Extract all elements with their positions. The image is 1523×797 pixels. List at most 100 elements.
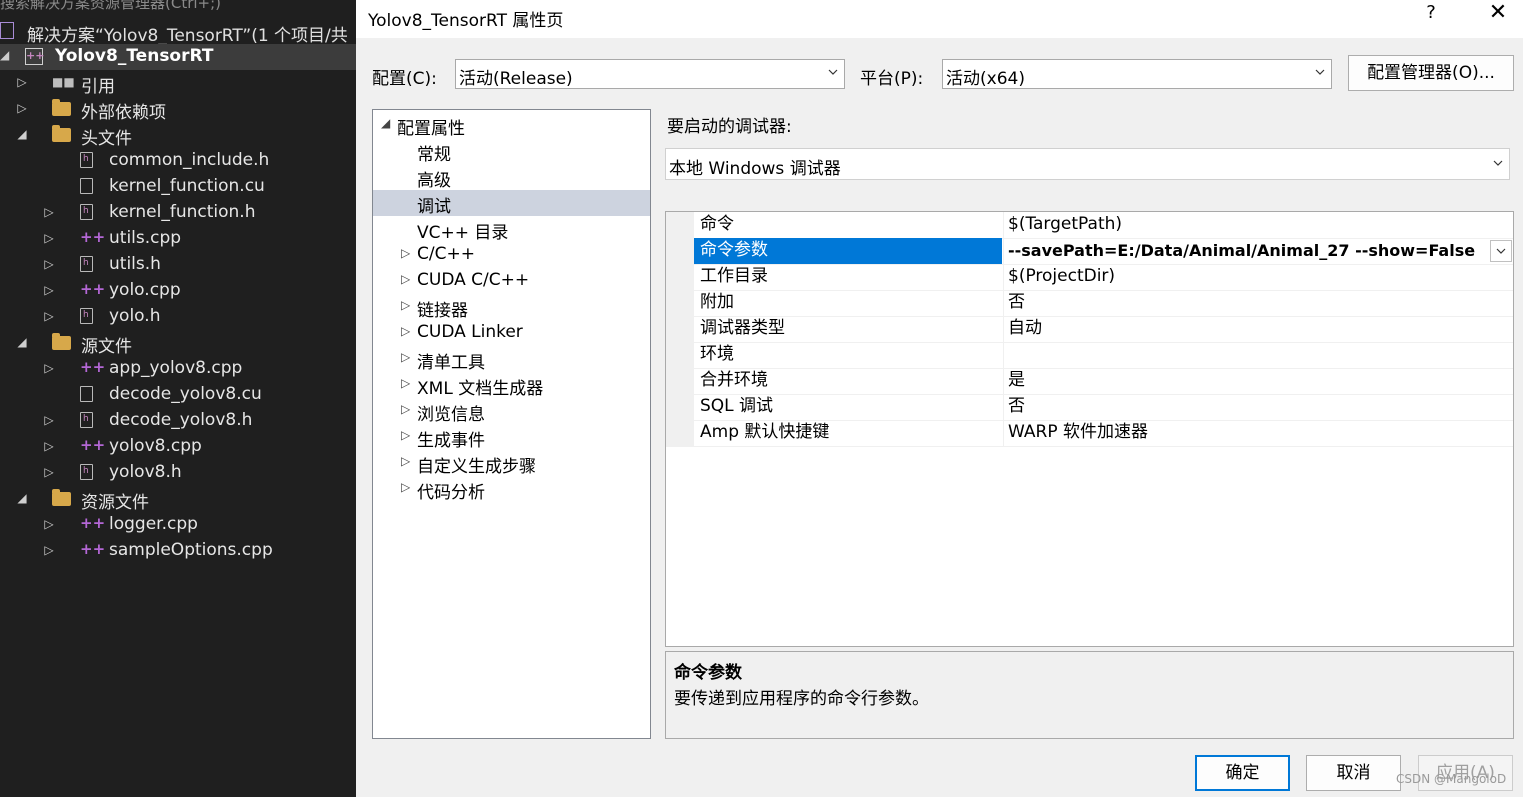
property-row[interactable]: Amp 默认快捷键 WARP 软件加速器 — [666, 420, 1513, 447]
explorer-item[interactable]: ◢ 资源文件 — [0, 486, 356, 513]
expand-arrow-icon[interactable]: ▷ — [401, 376, 410, 390]
expand-arrow-icon[interactable]: ▷ — [401, 454, 410, 468]
expand-arrow-icon[interactable]: ▷ — [42, 309, 56, 323]
explorer-item[interactable]: kernel_function.cu — [0, 174, 356, 200]
explorer-item[interactable]: ▷ ++ logger.cpp — [0, 512, 356, 538]
property-name: Amp 默认快捷键 — [700, 422, 830, 442]
tree-item[interactable]: ▷ 清单工具 — [373, 346, 650, 373]
project-node[interactable]: ◢ ++ Yolov8_TensorRT — [0, 44, 356, 70]
property-row[interactable]: 工作目录 $(ProjectDir) — [666, 264, 1513, 291]
config-select[interactable]: 活动(Release) — [455, 59, 845, 89]
tree-item[interactable]: ▷ 代码分析 — [373, 476, 650, 503]
explorer-item[interactable]: common_include.h — [0, 148, 356, 174]
debugger-select[interactable]: 本地 Windows 调试器 — [665, 148, 1510, 180]
tree-item[interactable]: ▷ 生成事件 — [373, 424, 650, 451]
explorer-item-label: yolov8.h — [109, 462, 182, 482]
explorer-item[interactable]: ▷ 外部依赖项 — [0, 96, 356, 123]
explorer-item[interactable]: ▷ yolo.h — [0, 304, 356, 330]
property-row[interactable]: 合并环境 是 — [666, 368, 1513, 395]
chevron-down-icon — [1315, 69, 1325, 75]
expand-arrow-icon[interactable]: ▷ — [401, 324, 410, 338]
collapse-arrow-icon[interactable]: ◢ — [15, 335, 29, 349]
expand-arrow-icon[interactable]: ▷ — [401, 480, 410, 494]
expand-arrow-icon[interactable]: ▷ — [42, 361, 56, 375]
property-row[interactable]: 命令 $(TargetPath) — [666, 212, 1513, 239]
tree-item[interactable]: ▷ 浏览信息 — [373, 398, 650, 425]
cancel-button[interactable]: 取消 — [1306, 755, 1401, 791]
value-dropdown-button[interactable] — [1490, 240, 1512, 262]
tree-item[interactable]: ▷ CUDA Linker — [373, 320, 650, 346]
explorer-item[interactable]: ◢ 源文件 — [0, 330, 356, 357]
tree-item[interactable]: ▷ XML 文档生成器 — [373, 372, 650, 399]
explorer-item-label: sampleOptions.cpp — [109, 540, 273, 560]
ok-button[interactable]: 确定 — [1195, 755, 1290, 791]
expand-arrow-icon[interactable]: ▷ — [42, 283, 56, 297]
tree-item-label: VC++ 目录 — [417, 223, 509, 243]
expand-arrow-icon[interactable]: ▷ — [401, 272, 410, 286]
solution-node[interactable]: 解决方案“Yolov8_TensorRT”(1 个项目/共 — [0, 20, 356, 46]
property-name: SQL 调试 — [700, 396, 774, 416]
header-file-icon — [80, 152, 93, 168]
tree-item-label: 链接器 — [417, 301, 468, 321]
property-row[interactable]: 调试器类型 自动 — [666, 316, 1513, 343]
expand-arrow-icon[interactable]: ▷ — [42, 205, 56, 219]
collapse-arrow-icon[interactable]: ◢ — [15, 127, 29, 141]
property-row[interactable]: 附加 否 — [666, 290, 1513, 317]
explorer-item[interactable]: ▷ utils.h — [0, 252, 356, 278]
expand-arrow-icon[interactable]: ▷ — [42, 543, 56, 557]
close-button[interactable]: ✕ — [1480, 0, 1516, 32]
tree-item-label: C/C++ — [417, 244, 475, 264]
tree-item[interactable]: ◢ 配置属性 — [373, 112, 650, 139]
expand-arrow-icon[interactable]: ▷ — [401, 298, 410, 312]
tree-item[interactable]: 高级 — [373, 164, 650, 191]
expand-arrow-icon[interactable]: ▷ — [42, 465, 56, 479]
expand-arrow-icon[interactable]: ▷ — [401, 350, 410, 364]
expand-arrow-icon[interactable]: ▷ — [15, 75, 29, 89]
property-row-selected[interactable]: 命令参数 --savePath=E:/Data/Animal/Animal_27 … — [666, 238, 1513, 265]
explorer-item[interactable]: ▷ ++ utils.cpp — [0, 226, 356, 252]
expand-arrow-icon[interactable]: ▷ — [401, 246, 410, 260]
tree-item[interactable]: ▷ 链接器 — [373, 294, 650, 321]
tree-item[interactable]: ▷ C/C++ — [373, 242, 650, 268]
tree-item[interactable]: ▷ 自定义生成步骤 — [373, 450, 650, 477]
collapse-arrow-icon[interactable]: ◢ — [15, 491, 29, 505]
platform-select[interactable]: 活动(x64) — [942, 59, 1332, 89]
tree-item[interactable]: ▷ CUDA C/C++ — [373, 268, 650, 294]
explorer-item[interactable]: ▷ ++ yolov8.cpp — [0, 434, 356, 460]
expand-arrow-icon[interactable]: ▷ — [42, 439, 56, 453]
property-value — [1003, 342, 1513, 368]
explorer-item-label: utils.h — [109, 254, 161, 274]
expand-arrow-icon[interactable]: ▷ — [15, 101, 29, 115]
property-row[interactable]: 环境 — [666, 342, 1513, 369]
platform-label: 平台(P): — [860, 69, 924, 89]
explorer-item[interactable]: ▷ ++ app_yolov8.cpp — [0, 356, 356, 382]
tree-item-label: CUDA C/C++ — [417, 270, 530, 290]
explorer-item[interactable]: ▷ ++ yolo.cpp — [0, 278, 356, 304]
explorer-item[interactable]: decode_yolov8.cu — [0, 382, 356, 408]
tree-item-label: 清单工具 — [417, 353, 485, 373]
explorer-item[interactable]: ◢ 头文件 — [0, 122, 356, 149]
tree-item[interactable]: 常规 — [373, 138, 650, 165]
tree-item-selected[interactable]: 调试 — [373, 190, 650, 217]
expand-arrow-icon[interactable]: ▷ — [42, 257, 56, 271]
property-row[interactable]: SQL 调试 否 — [666, 394, 1513, 421]
explorer-item[interactable]: ▷ ■■ 引用 — [0, 70, 356, 97]
expand-arrow-icon[interactable]: ▷ — [42, 231, 56, 245]
expand-arrow-icon[interactable]: ▷ — [42, 413, 56, 427]
expand-arrow-icon[interactable]: ▷ — [401, 402, 410, 416]
collapse-arrow-icon[interactable]: ◢ — [381, 116, 390, 130]
explorer-item[interactable]: ▷ yolov8.h — [0, 460, 356, 486]
tree-item[interactable]: VC++ 目录 — [373, 216, 650, 243]
explorer-search-hint[interactable]: 搜索解决方案资源管理器(Ctrl+;) — [0, 0, 221, 12]
explorer-item[interactable]: ▷ ++ sampleOptions.cpp — [0, 538, 356, 564]
config-manager-button[interactable]: 配置管理器(O)... — [1348, 55, 1514, 91]
explorer-item[interactable]: ▷ kernel_function.h — [0, 200, 356, 226]
explorer-item-label: logger.cpp — [109, 514, 198, 534]
expand-arrow-icon[interactable]: ▷ — [401, 428, 410, 442]
header-file-icon — [80, 412, 93, 428]
explorer-item[interactable]: ▷ decode_yolov8.h — [0, 408, 356, 434]
property-value-input[interactable]: --savePath=E:/Data/Animal/Animal_27 --sh… — [1003, 238, 1513, 264]
folder-icon — [52, 489, 71, 506]
help-button[interactable]: ? — [1416, 2, 1446, 32]
expand-arrow-icon[interactable]: ▷ — [42, 517, 56, 531]
